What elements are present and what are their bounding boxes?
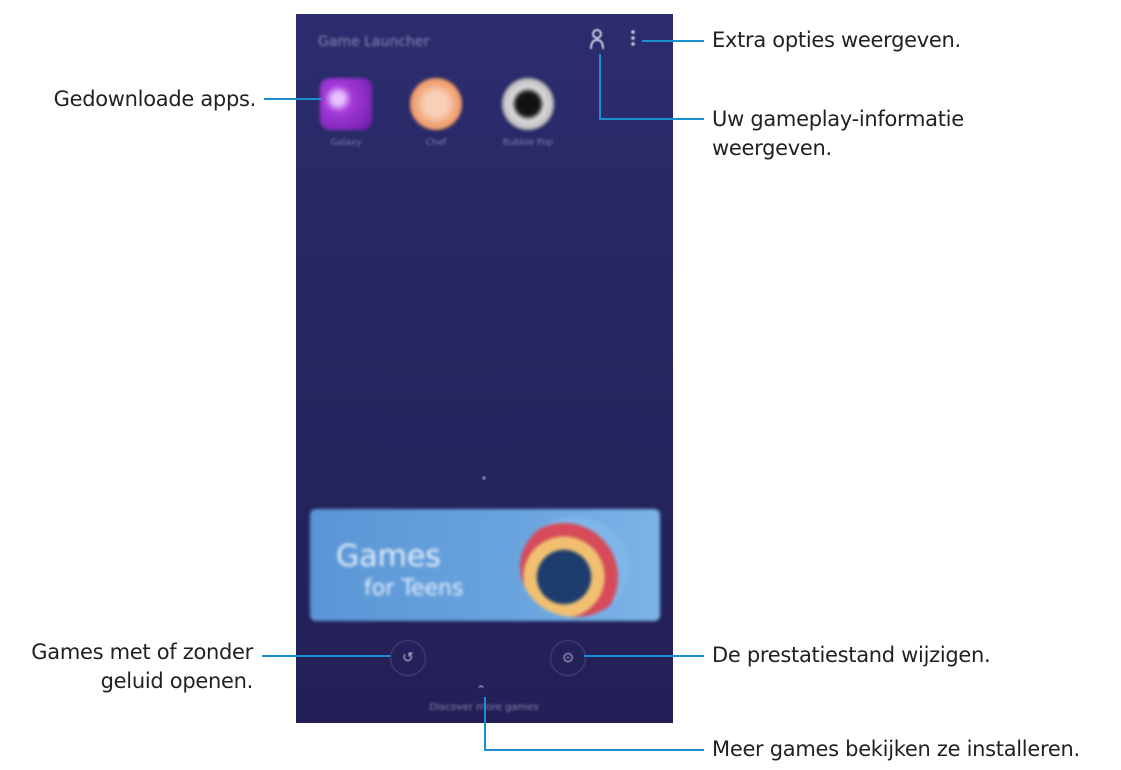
app-title: Game Launcher <box>318 34 430 50</box>
game-launcher-screen: Game Launcher Galaxy Chef Bubble Pop Gam… <box>296 14 673 723</box>
callout-line-downloaded-apps <box>264 98 322 100</box>
app-icon-1[interactable] <box>320 78 372 130</box>
callout-more-options: Extra opties weergeven. <box>712 28 961 52</box>
app-label: Galaxy <box>330 138 362 148</box>
manual-page: Game Launcher Galaxy Chef Bubble Pop Gam… <box>0 0 1121 770</box>
callout-sound: Games met of zonder geluid openen. <box>31 638 253 696</box>
performance-icon: ⊙ <box>562 650 574 666</box>
app-label: Bubble Pop <box>502 138 554 148</box>
app-icon-3[interactable] <box>502 78 554 130</box>
callout-line-more-games-horizontal <box>484 749 704 751</box>
callout-sound-line-2: geluid openen. <box>100 669 254 693</box>
callout-line-more-games-vertical <box>484 697 486 750</box>
callout-line-performance <box>584 655 704 657</box>
callout-gameplay-info-line-1: Uw gameplay-informatie <box>712 107 964 131</box>
more-vert-icon[interactable] <box>630 28 636 53</box>
callout-performance-mode: De prestatiestand wijzigen. <box>712 643 991 667</box>
sound-toggle-button[interactable]: ↺ <box>390 640 426 676</box>
callout-line-sound <box>262 655 390 657</box>
banner-line-2: for Teens <box>364 576 464 601</box>
banner-illustration <box>520 517 630 617</box>
app-label: Chef <box>425 138 447 148</box>
callout-sound-line-1: Games met of zonder <box>31 640 253 664</box>
callout-line-more-options <box>642 40 704 42</box>
app-icon-2[interactable] <box>410 78 462 130</box>
callout-line-gameplay-horizontal <box>599 118 704 120</box>
promo-banner[interactable]: Games for Teens <box>310 509 660 621</box>
sound-icon: ↺ <box>402 650 414 666</box>
callout-more-games: Meer games bekijken ze installeren. <box>712 737 1080 761</box>
callout-downloaded-apps: Gedownloade apps. <box>53 87 257 111</box>
performance-mode-button[interactable]: ⊙ <box>550 640 586 676</box>
banner-text: Games for Teens <box>336 541 463 605</box>
person-icon[interactable] <box>590 28 604 53</box>
callout-gameplay-info-line-2: weergeven. <box>712 136 832 160</box>
page-indicator <box>482 476 486 480</box>
callout-gameplay-info: Uw gameplay-informatie weergeven. <box>712 105 964 163</box>
banner-line-1: Games <box>336 539 441 574</box>
chevron-up-icon[interactable]: ⌃ <box>476 683 486 697</box>
callout-line-gameplay-vertical <box>599 54 601 120</box>
